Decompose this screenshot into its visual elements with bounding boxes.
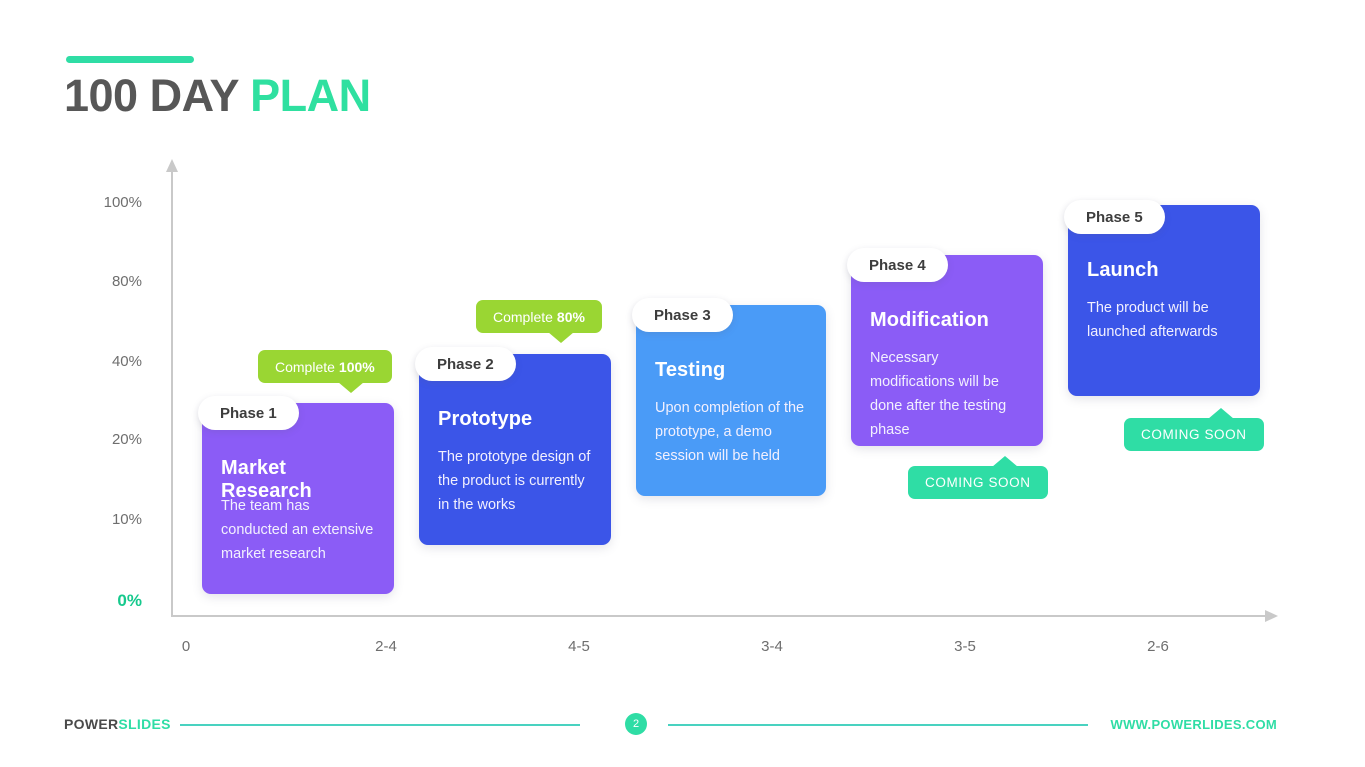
- phase-4-card[interactable]: Modification Necessary modifications wil…: [851, 255, 1043, 446]
- badge-coming-soon-phase-4: COMING SOON: [908, 456, 1048, 499]
- phase-3-title: Testing: [655, 359, 726, 381]
- phase-1-card[interactable]: Market Research The team has conducted a…: [202, 403, 394, 594]
- badge-tail-icon: [547, 332, 574, 343]
- footer-brand: POWERSLIDES: [64, 716, 171, 732]
- phase-2-title: Prototype: [438, 408, 533, 430]
- x-tick-2-4: 2-4: [375, 638, 397, 655]
- badge-coming-soon-phase-5: COMING SOON: [1124, 408, 1264, 451]
- x-tick-4-5: 4-5: [568, 638, 590, 655]
- badge-label: Complete: [275, 358, 335, 375]
- badge-tail-icon: [337, 382, 364, 393]
- phase-4-title: Modification: [870, 309, 989, 331]
- phase-5-pill: Phase 5: [1064, 200, 1165, 234]
- footer-url[interactable]: WWW.POWERLIDES.COM: [1111, 717, 1277, 732]
- chart-area: 100% 80% 40% 20% 10% 0% 0 2-4 4-5 3-4 3-…: [0, 0, 1365, 700]
- badge-complete-phase-2: Complete 80%: [476, 300, 602, 343]
- x-tick-0: 0: [181, 638, 191, 655]
- x-tick-3-4: 3-4: [761, 638, 783, 655]
- x-tick-3-5: 3-5: [954, 638, 976, 655]
- badge-value: 80%: [556, 308, 585, 325]
- badge-tail-icon: [991, 456, 1018, 467]
- footer: POWERSLIDES WWW.POWERLIDES.COM: [0, 700, 1365, 767]
- phase-5-title: Launch: [1087, 259, 1159, 281]
- phase-3-card[interactable]: Testing Upon completion of the prototype…: [636, 305, 826, 496]
- badge-value: 100%: [338, 358, 375, 375]
- badge-label: Complete: [493, 308, 553, 325]
- x-tick-2-6: 2-6: [1147, 638, 1169, 655]
- phase-3-desc: Upon completion of the prototype, a demo…: [655, 400, 805, 464]
- phase-4-desc: Necessary modifications will be done aft…: [870, 350, 1007, 438]
- badge-tail-icon: [1207, 408, 1234, 419]
- footer-divider-right: [668, 724, 1088, 726]
- phase-2-desc: The prototype design of the product is c…: [438, 449, 591, 513]
- badge-label: COMING SOON: [925, 475, 1031, 490]
- footer-divider-left: [180, 724, 580, 726]
- phase-2-pill: Phase 2: [415, 347, 516, 381]
- badge-label: COMING SOON: [1141, 427, 1247, 442]
- phase-1-desc: The team has conducted an extensive mark…: [221, 498, 374, 562]
- phase-4-pill: Phase 4: [847, 248, 948, 282]
- phase-2-card[interactable]: Prototype The prototype design of the pr…: [419, 354, 611, 545]
- footer-brand-accent: SLIDES: [118, 716, 171, 732]
- page-number-badge: 2: [625, 713, 647, 735]
- badge-complete-phase-1: Complete 100%: [258, 350, 392, 393]
- phase-3-pill: Phase 3: [632, 298, 733, 332]
- phase-5-desc: The product will be launched afterwards: [1087, 300, 1218, 340]
- phase-1-pill: Phase 1: [198, 396, 299, 430]
- footer-brand-main: POWER: [64, 716, 119, 732]
